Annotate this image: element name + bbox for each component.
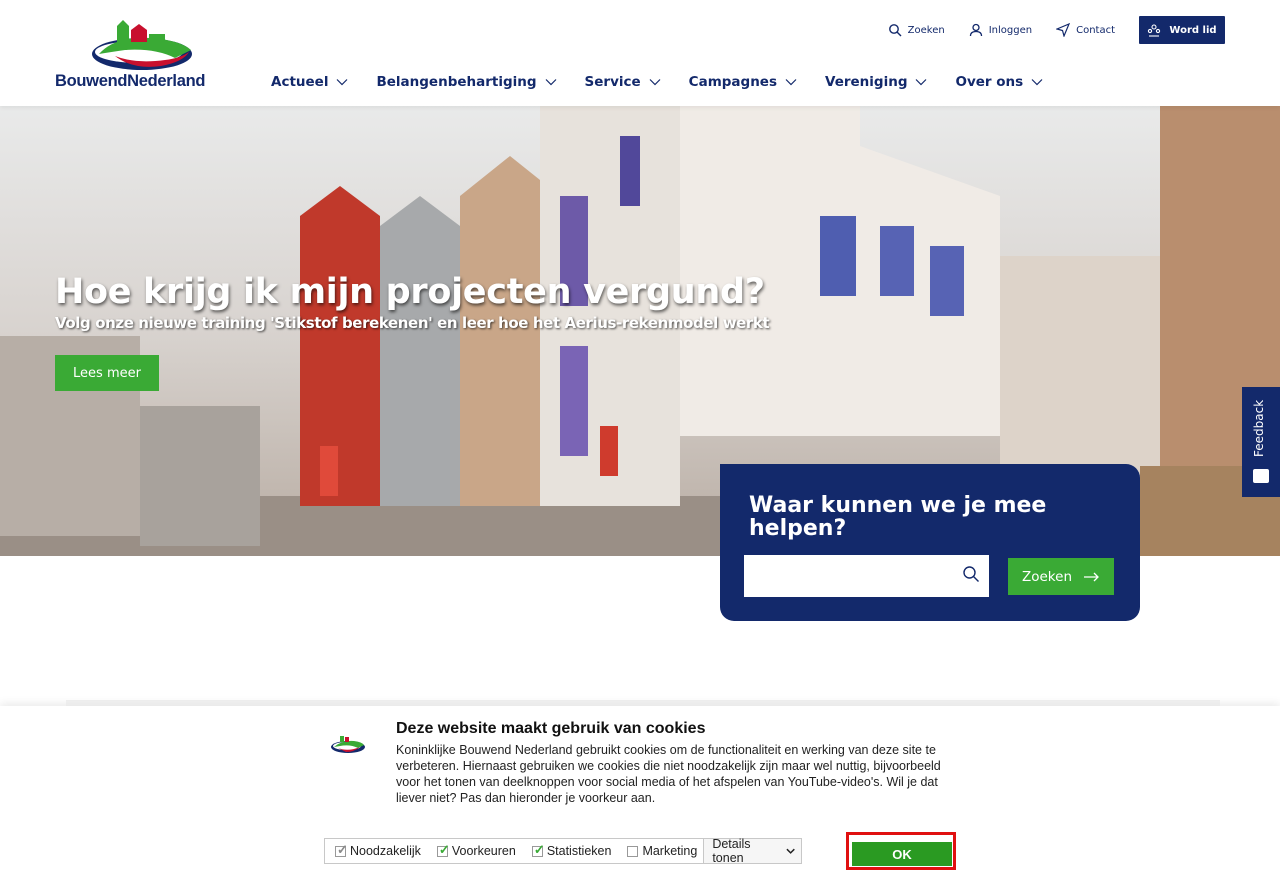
word-lid-label: Word lid	[1169, 24, 1217, 36]
nav-item-vereniging[interactable]: Vereniging	[825, 74, 927, 90]
user-icon	[969, 23, 982, 37]
cookie-description: Koninklijke Bouwend Nederland gebruikt c…	[396, 743, 941, 805]
help-search-card: Waar kunnen we je mee helpen? Zoeken	[720, 464, 1140, 621]
chevron-down-icon	[785, 79, 797, 86]
help-search-button[interactable]: Zoeken	[1008, 558, 1114, 595]
logo-wordmark: BouwendNederland	[55, 72, 206, 90]
checkbox-icon[interactable]: ✓	[335, 843, 348, 857]
utility-search-link[interactable]: Zoeken	[888, 23, 945, 37]
details-select[interactable]: Details tonen	[703, 837, 801, 865]
utility-nav: Zoeken Inloggen Contact Word lid	[888, 16, 1225, 44]
feedback-label: Feedback	[1252, 399, 1266, 457]
cookie-option-label: Marketing	[642, 844, 698, 858]
utility-contact-label: Contact	[1076, 24, 1115, 36]
chevron-down-icon	[545, 79, 556, 86]
chevron-down-icon	[649, 79, 661, 86]
chevron-down-icon	[786, 848, 795, 854]
word-lid-button[interactable]: Word lid	[1139, 16, 1225, 44]
cookie-title: Deze website maakt gebruik van cookies	[396, 720, 706, 737]
cookie-option-noodzakelijk[interactable]: ✓ Noodzakelijk	[335, 843, 421, 858]
help-search-title: Waar kunnen we je mee helpen?	[749, 493, 1047, 541]
arrow-right-icon	[1084, 572, 1099, 581]
nav-item-label: Service	[584, 74, 641, 90]
bouwend-nederland-logo-small	[331, 736, 365, 753]
cookie-option-statistieken[interactable]: ✓ Statistieken	[531, 843, 612, 858]
cookie-banner: Deze website maakt gebruik van cookies K…	[0, 706, 1280, 887]
chevron-down-icon	[916, 79, 927, 86]
help-search-input[interactable]	[744, 555, 989, 597]
chevron-down-icon	[337, 79, 348, 86]
chevron-down-icon	[1031, 79, 1043, 86]
nav-item-over-ons[interactable]: Over ons	[955, 74, 1043, 90]
utility-login-label: Inloggen	[988, 24, 1033, 36]
cookie-option-voorkeuren[interactable]: ✓ Voorkeuren	[436, 843, 516, 858]
bouwend-nederland-logo[interactable]: BouwendNederland	[55, 14, 230, 92]
utility-login-link[interactable]: Inloggen	[969, 23, 1032, 37]
nav-item-label: Campagnes	[688, 74, 777, 90]
cookie-option-label: Noodzakelijk	[350, 844, 421, 858]
cookie-preferences: ✓ Noodzakelijk ✓ Voorkeuren ✓ Statistiek…	[324, 837, 802, 865]
cookie-option-marketing[interactable]: Marketing	[627, 844, 697, 858]
cookie-option-label: Statistieken	[546, 844, 612, 858]
nav-item-belangenbehartiging[interactable]: Belangenbehartiging	[376, 74, 556, 90]
checkbox-icon[interactable]	[627, 845, 639, 857]
checkbox-icon[interactable]: ✓	[531, 843, 545, 857]
nav-item-campagnes[interactable]: Campagnes	[689, 74, 797, 90]
logo-mark-icon	[92, 20, 192, 70]
details-select-label: Details tonen	[712, 837, 751, 865]
send-icon	[1056, 23, 1071, 37]
nav-item-service[interactable]: Service	[585, 74, 661, 90]
hero-title: Hoe krijg ik mijn projecten vergund?	[55, 272, 765, 312]
utility-search-label: Zoeken	[907, 24, 945, 36]
lees-meer-button[interactable]: Lees meer	[55, 355, 159, 391]
checkbox-icon[interactable]: ✓	[436, 843, 450, 857]
cookie-ok-button[interactable]: OK	[852, 842, 952, 866]
hero-subtitle: Volg onze nieuwe training 'Stikstof bere…	[55, 314, 770, 332]
chat-icon	[1253, 469, 1269, 483]
main-nav: Actueel Belangenbehartiging Service Camp…	[271, 74, 1071, 90]
nav-item-actueel[interactable]: Actueel	[271, 74, 348, 90]
help-search-button-label: Zoeken	[1021, 568, 1072, 585]
utility-contact-link[interactable]: Contact	[1056, 23, 1115, 37]
feedback-tab[interactable]: Feedback	[1242, 387, 1280, 497]
nav-item-label: Over ons	[955, 74, 1024, 90]
nav-item-label: Actueel	[271, 74, 329, 90]
site-header: BouwendNederland Zoeken Inloggen Contact…	[0, 0, 1280, 106]
nav-item-label: Vereniging	[825, 74, 908, 90]
cookie-option-label: Voorkeuren	[451, 844, 516, 858]
search-icon[interactable]	[962, 565, 980, 583]
search-icon	[888, 24, 902, 37]
members-icon	[1148, 24, 1161, 37]
nav-item-label: Belangenbehartiging	[376, 74, 537, 90]
